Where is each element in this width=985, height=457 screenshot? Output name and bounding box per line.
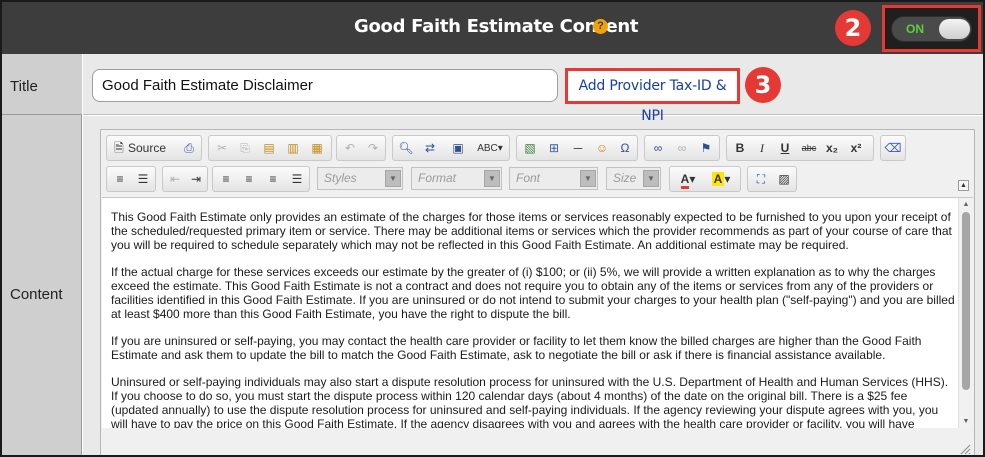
- title-label: Title: [10, 78, 38, 95]
- scroll-up-icon[interactable]: ▲: [959, 198, 973, 212]
- paste-text-icon[interactable]: ▥: [284, 139, 302, 158]
- select-all-icon[interactable]: ▣: [449, 139, 467, 158]
- maximize-icon[interactable]: ⛶: [752, 170, 770, 189]
- chevron-down-icon[interactable]: ▼: [580, 170, 596, 187]
- link-icon[interactable]: ∞: [649, 139, 667, 158]
- toolbar-group-colors: A▾ A ▾: [669, 166, 741, 192]
- paragraph-2: If the actual charge for these services …: [111, 265, 955, 321]
- toolbar-group-find: 🔍︎ ⇄ ▣ ABC▾: [392, 135, 510, 161]
- subscript-icon[interactable]: x₂: [823, 139, 841, 158]
- remove-format-icon[interactable]: ⌫: [884, 139, 902, 158]
- styles-select-label: Styles: [324, 171, 357, 185]
- vertical-scrollbar[interactable]: ▲ ▼: [958, 198, 973, 428]
- redo-icon[interactable]: ↷: [364, 139, 382, 158]
- paste-icon[interactable]: ▤: [260, 139, 278, 158]
- toolbar-group-insert: ▧ ⊞ ─ ☺ Ω: [516, 135, 638, 161]
- toolbar-group-indent: ⇤ ⇥: [162, 166, 208, 192]
- toolbar-group-lists: ≡ ☰: [106, 166, 156, 192]
- italic-icon[interactable]: I: [753, 139, 771, 158]
- text-color-icon[interactable]: A▾: [673, 170, 703, 189]
- title-input[interactable]: [92, 69, 558, 102]
- toolbar-group-clipboard: ✂ ⎘ ▤ ▥ ▦: [208, 135, 332, 161]
- rich-text-editor: 🗎 Source ⎙ ✂ ⎘ ▤ ▥ ▦ ↶ ↷ 🔍︎ ⇄ ▣ ABC▾ ▧ ⊞…: [100, 129, 975, 455]
- toolbar-group-links: ∞ ∞ ⚑: [644, 135, 720, 161]
- print-icon[interactable]: ⎙: [180, 139, 198, 158]
- superscript-icon[interactable]: x²: [847, 139, 865, 158]
- question-circle-icon[interactable]: ?: [593, 19, 608, 34]
- paragraph-1: This Good Faith Estimate only provides a…: [111, 210, 952, 252]
- justify-icon[interactable]: ☰: [288, 170, 306, 189]
- size-select-label: Size: [613, 171, 637, 185]
- font-select-label: Font: [516, 171, 541, 185]
- image-icon[interactable]: ▧: [521, 139, 539, 158]
- spellcheck-icon[interactable]: ABC▾: [475, 139, 505, 158]
- format-select-label: Format: [418, 171, 457, 185]
- chevron-down-icon[interactable]: ▼: [643, 170, 659, 187]
- collapse-toolbar-icon[interactable]: ▲: [958, 180, 969, 191]
- scroll-thumb[interactable]: [962, 212, 970, 390]
- source-button-label[interactable]: Source: [128, 139, 168, 158]
- align-left-icon[interactable]: ≡: [217, 170, 235, 189]
- scroll-down-icon[interactable]: ▼: [959, 415, 973, 428]
- toolbar-group-undo: ↶ ↷: [336, 135, 386, 161]
- format-select[interactable]: Format ▼: [411, 167, 502, 190]
- show-blocks-icon[interactable]: ▨: [775, 170, 793, 189]
- resize-grip-icon[interactable]: [959, 443, 971, 455]
- callout-badge-3: 3: [745, 67, 781, 103]
- toolbar-group-document: 🗎 Source ⎙: [106, 135, 202, 161]
- table-icon[interactable]: ⊞: [545, 139, 563, 158]
- bold-icon[interactable]: B: [731, 139, 749, 158]
- paragraph-3: If you are uninsured or self-paying, you…: [111, 334, 922, 362]
- undo-icon[interactable]: ↶: [341, 139, 359, 158]
- bulleted-list-icon[interactable]: ☰: [134, 170, 152, 189]
- background-color-icon[interactable]: A ▾: [706, 170, 736, 189]
- numbered-list-icon[interactable]: ≡: [111, 170, 129, 189]
- toolbar-group-align: ≡ ≡ ≡ ☰: [212, 166, 310, 192]
- toggle-label: ON: [906, 22, 924, 36]
- align-right-icon[interactable]: ≡: [264, 170, 282, 189]
- status-toggle[interactable]: ON: [891, 16, 972, 42]
- toolbar-group-tools: ⛶ ▨: [747, 166, 797, 192]
- anchor-icon[interactable]: ⚑: [697, 139, 715, 158]
- indent-icon[interactable]: ⇥: [187, 170, 205, 189]
- chevron-down-icon[interactable]: ▼: [385, 170, 401, 187]
- smiley-icon[interactable]: ☺: [593, 139, 611, 158]
- replace-icon[interactable]: ⇄: [421, 139, 439, 158]
- content-label: Content: [10, 286, 63, 303]
- font-select[interactable]: Font ▼: [509, 167, 598, 190]
- find-icon[interactable]: 🔍︎: [397, 139, 415, 158]
- outdent-icon[interactable]: ⇤: [166, 170, 184, 189]
- horizontal-line-icon[interactable]: ─: [569, 139, 587, 158]
- size-select[interactable]: Size ▼: [606, 167, 661, 190]
- editor-content-area[interactable]: This Good Faith Estimate only provides a…: [102, 197, 973, 428]
- editor-body[interactable]: This Good Faith Estimate only provides a…: [111, 210, 957, 428]
- strikethrough-icon[interactable]: abc: [798, 139, 820, 158]
- align-center-icon[interactable]: ≡: [240, 170, 258, 189]
- app-frame: Good Faith Estimate Content ? 2 ON Title…: [0, 0, 985, 457]
- unlink-icon[interactable]: ∞: [673, 139, 691, 158]
- toggle-highlight: ON: [882, 5, 981, 52]
- paste-word-icon[interactable]: ▦: [308, 139, 326, 158]
- toolbar-group-clean: ⌫: [880, 135, 906, 161]
- chevron-down-icon[interactable]: ▼: [484, 170, 500, 187]
- source-icon[interactable]: 🗎: [112, 139, 126, 158]
- special-char-icon[interactable]: Ω: [616, 139, 634, 158]
- paragraph-4: Uninsured or self-paying individuals may…: [111, 375, 949, 428]
- toggle-knob[interactable]: [939, 19, 970, 39]
- underline-icon[interactable]: U: [776, 139, 794, 158]
- copy-icon[interactable]: ⎘: [236, 139, 254, 158]
- add-provider-tax-id-npi-link[interactable]: Add Provider Tax-ID & NPI: [565, 68, 740, 124]
- header-bar: Good Faith Estimate Content ? 2 ON: [2, 2, 983, 54]
- cut-icon[interactable]: ✂: [213, 139, 231, 158]
- callout-badge-2: 2: [835, 10, 871, 46]
- toolbar-group-basic-styles: B I U abc x₂ x²: [726, 135, 874, 161]
- styles-select[interactable]: Styles ▼: [317, 167, 403, 190]
